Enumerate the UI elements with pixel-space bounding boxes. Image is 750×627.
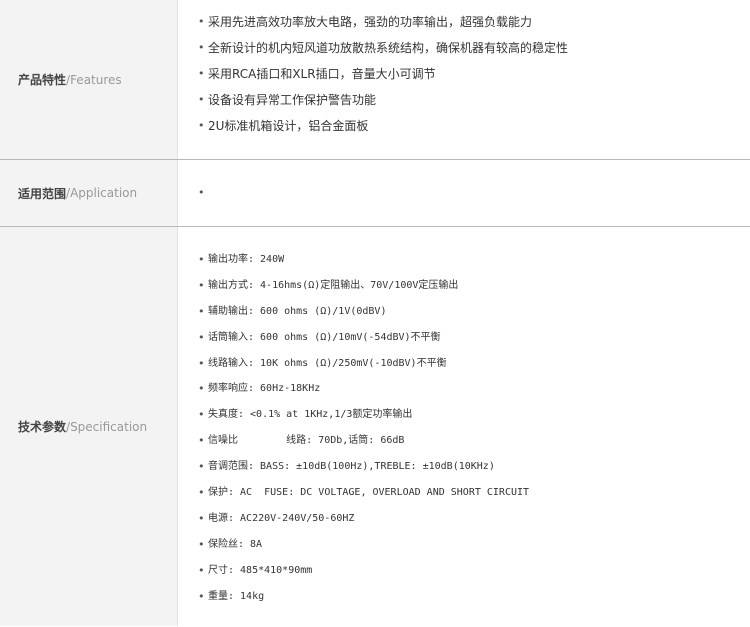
bullet-icon: • [198,41,205,54]
list-item: • 频率响应: 60Hz-18KHz [198,376,750,402]
list-item: • 尺寸: 485*410*90mm [198,558,750,584]
list-item: • 话筒输入: 600 ohms (Ω)/10mV(-54dBV)不平衡 [198,325,750,351]
application-list: • [198,183,208,203]
list-item-text: 采用先进高效功率放大电路，强劲的功率输出，超强负载能力 [208,15,533,29]
list-item: • 失真度: <0.1% at 1KHz,1/3额定功率输出 [198,402,750,428]
list-item-text: 输出方式: 4-16hms(Ω)定阻输出、70V/100V定压输出 [208,279,459,291]
bullet-icon: • [198,356,205,370]
list-item-text: 输出功率: 240W [208,254,285,265]
application-content: • [178,160,750,226]
list-item: • 采用RCA插口和XLR插口，音量大小可调节 [198,61,750,87]
features-label-en: Features [70,72,122,87]
list-item-text: 采用RCA插口和XLR插口，音量大小可调节 [208,67,436,81]
list-item-text: 音调范围: BASS: ±10dB(100Hz),TREBLE: ±10dB(1… [208,461,495,473]
specification-list: • 输出功率: 240W • 输出方式: 4-16hms(Ω)定阻输出、70V/10… [198,247,750,609]
bullet-icon: • [198,382,205,396]
specification-label-en: Specification [70,419,148,434]
list-item-text: 保险丝: 8A [208,538,263,550]
list-item: • 输出方式: 4-16hms(Ω)定阻输出、70V/100V定压输出 [198,273,750,299]
list-item: • 2U标准机箱设计，铝合金面板 [198,113,750,139]
features-label: 产品特性 / Features [0,0,178,159]
features-row: 产品特性 / Features • 采用先进高效功率放大电路，强劲的功率输出，超强负载… [0,0,750,159]
list-item-text: 全新设计的机内短风道功放散热系统结构，确保机器有较高的稳定性 [208,41,569,55]
list-item-text: 设备设有异常工作保护警告功能 [208,93,377,107]
list-item: • 保险丝: 8A [198,532,750,558]
specification-row: 技术参数 / Specification • 输出功率: 240W • 输出方式: 4-… [0,226,750,626]
list-item: • 线路输入: 10K ohms (Ω)/250mV(-10dBV)不平衡 [198,351,750,377]
bullet-icon: • [198,119,205,132]
specification-label: 技术参数 / Specification [0,227,178,626]
list-item: • 信噪比 线路: 70Db,话筒: 66dB [198,428,750,454]
spec-table: 产品特性 / Features • 采用先进高效功率放大电路，强劲的功率输出，超强负载… [0,0,750,626]
application-label: 适用范围 / Application [0,160,178,226]
bullet-icon: • [198,278,205,292]
list-item-text: 频率响应: 60Hz-18KHz [208,383,321,395]
bullet-icon: • [198,563,205,577]
list-item: • 采用先进高效功率放大电路，强劲的功率输出，超强负载能力 [198,9,750,35]
list-item-text: 电源: AC220V-240V/50-60HZ [208,512,355,524]
list-item-text: 失真度: <0.1% at 1KHz,1/3额定功率输出 [208,409,413,421]
list-item: • 重量: 14kg [198,584,750,610]
application-label-zh: 适用范围 [18,186,67,201]
list-item: • 全新设计的机内短风道功放散热系统结构，确保机器有较高的稳定性 [198,35,750,61]
bullet-icon: • [198,304,205,318]
list-item: • 音调范围: BASS: ±10dB(100Hz),TREBLE: ±10dB(… [198,454,750,480]
features-content: • 采用先进高效功率放大电路，强劲的功率输出，超强负载能力 • 全新设计的机内短风道… [178,0,750,159]
list-item-text: 话筒输入: 600 ohms (Ω)/10mV(-54dBV)不平衡 [208,331,441,343]
specification-label-zh: 技术参数 [18,420,67,434]
bullet-icon: • [198,67,205,80]
bullet-icon: • [198,330,205,344]
list-item-text: 线路输入: 10K ohms (Ω)/250mV(-10dBV)不平衡 [208,357,447,369]
bullet-icon: • [198,460,205,474]
application-row: 适用范围 / Application • [0,159,750,226]
bullet-icon: • [198,511,205,525]
list-item-text: 保护: AC FUSE: DC VOLTAGE, OVERLOAD AND SH… [208,487,530,499]
list-item: • 设备设有异常工作保护警告功能 [198,87,750,113]
bullet-icon: • [198,589,205,603]
bullet-icon: • [198,486,205,500]
list-item: • [198,183,208,203]
list-item: • 保护: AC FUSE: DC VOLTAGE, OVERLOAD AND S… [198,480,750,506]
list-item-text: 重量: 14kg [208,590,265,602]
features-label-zh: 产品特性 [18,73,67,87]
bullet-icon: • [198,408,205,422]
list-item-text: 尺寸: 485*410*90mm [208,564,313,576]
list-item: • 输出功率: 240W [198,247,750,273]
list-item-text: 2U标准机箱设计，铝合金面板 [208,119,369,133]
bullet-icon: • [198,15,205,28]
bullet-icon: • [198,93,205,106]
bullet-icon: • [198,253,205,266]
bullet-icon: • [198,186,205,199]
application-label-en: Application [70,186,138,200]
list-item-text: 信噪比 线路: 70Db,话筒: 66dB [208,435,405,447]
specification-content: • 输出功率: 240W • 输出方式: 4-16hms(Ω)定阻输出、70V/10… [178,227,750,626]
list-item-text: 辅助输出: 600 ohms (Ω)/1V(0dBV) [208,305,387,317]
list-item: • 电源: AC220V-240V/50-60HZ [198,506,750,532]
bullet-icon: • [198,434,205,448]
features-list: • 采用先进高效功率放大电路，强劲的功率输出，超强负载能力 • 全新设计的机内短风道… [198,9,750,139]
list-item: • 辅助输出: 600 ohms (Ω)/1V(0dBV) [198,299,750,325]
bullet-icon: • [198,537,205,551]
